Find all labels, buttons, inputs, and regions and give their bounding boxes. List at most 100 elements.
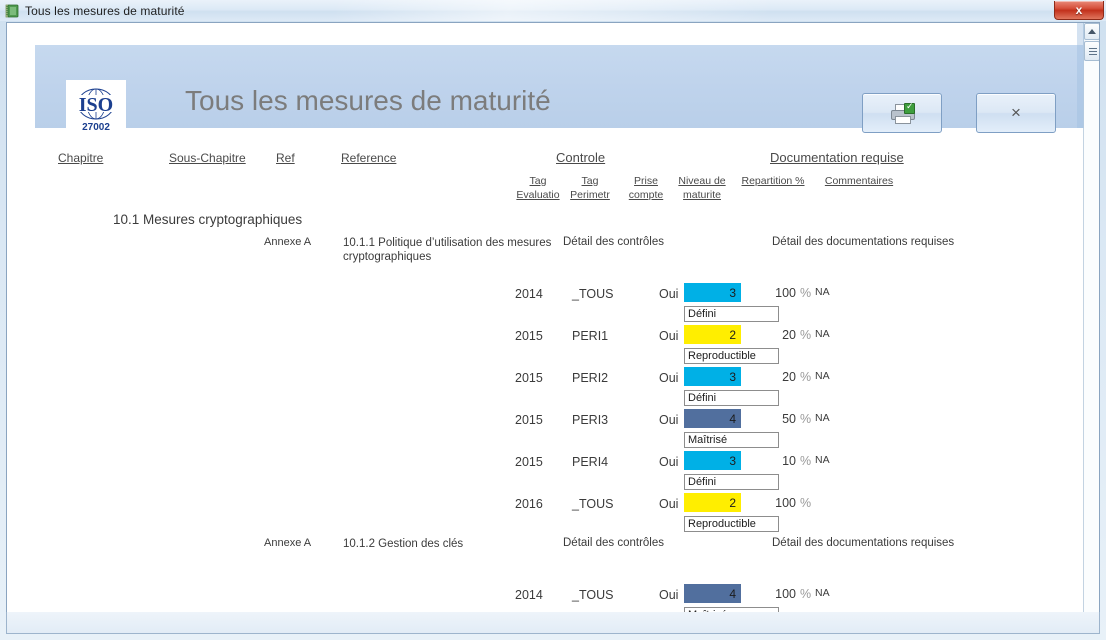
row-prise-compte: Oui [659, 371, 679, 385]
column-header-reference[interactable]: Reference [341, 151, 396, 165]
row-prise-compte: Oui [659, 329, 679, 343]
row-year: 2015 [515, 329, 543, 343]
row-repartition-symbol: % [800, 328, 812, 342]
subheader-repartition[interactable]: Repartition % [738, 175, 808, 187]
row-year: 2015 [515, 455, 543, 469]
maturity-level-label: Maîtrisé [684, 432, 779, 448]
maturity-level-label: Défini [684, 306, 779, 322]
subheader-tag-evaluatio-line1[interactable]: Tag [516, 175, 560, 187]
row-repartition-value: 20 [782, 328, 796, 342]
row-tag: _TOUS [572, 497, 614, 511]
row-prise-compte: Oui [659, 455, 679, 469]
subheader-tag-perimetr-line1[interactable]: Tag [568, 175, 612, 187]
row-repartition-symbol: % [800, 587, 812, 601]
section-annexe: Annexe A [264, 537, 312, 549]
report-client-area: ISO 27002 Tous les mesures de maturité ×… [6, 22, 1100, 630]
maturity-level-box: 3 [684, 451, 741, 470]
row-repartition-value: 50 [782, 412, 796, 426]
section-reference: 10.1.1 Politique d’utilisation des mesur… [343, 237, 552, 263]
row-commentaires: NA [815, 412, 830, 424]
row-repartition-symbol: % [800, 286, 812, 300]
page-title: Tous les mesures de maturité [185, 85, 551, 116]
subheader-tag-evaluatio-line2[interactable]: Evaluatio [510, 189, 566, 201]
chapter-title: 10.1 Mesures cryptographiques [113, 212, 303, 227]
row-prise-compte: Oui [659, 287, 679, 301]
column-header-controle[interactable]: Controle [556, 150, 605, 165]
window-close-button[interactable]: x [1054, 1, 1104, 20]
row-prise-compte: Oui [659, 497, 679, 511]
maturity-level-label: Défini [684, 390, 779, 406]
row-commentaires: NA [815, 587, 830, 599]
scrollbar-thumb[interactable] [1084, 41, 1099, 61]
section-detail-documentations: Détail des documentations requises [772, 537, 955, 549]
scroll-up-arrow-icon [1088, 29, 1096, 34]
printer-icon [891, 101, 915, 124]
section-annexe: Annexe A [264, 236, 312, 248]
maturity-level-box: 2 [684, 325, 741, 344]
maturity-level-label: Reproductible [684, 516, 779, 532]
maturity-level-box: 2 [684, 493, 741, 512]
row-commentaires: NA [815, 454, 830, 466]
column-header-chapitre[interactable]: Chapitre [58, 151, 103, 165]
maturity-level-box: 4 [684, 584, 741, 603]
row-repartition-value: 100 [775, 286, 796, 300]
maturity-level-box: 4 [684, 409, 741, 428]
iso-logo-number: 27002 [82, 121, 110, 133]
row-year: 2015 [515, 371, 543, 385]
section-reference: 10.1.2 Gestion des clés [343, 538, 464, 550]
row-tag: PERI3 [572, 413, 609, 427]
row-tag: _TOUS [572, 287, 614, 301]
window-title: Tous les mesures de maturité [25, 3, 185, 18]
close-report-button[interactable]: × [976, 93, 1056, 133]
column-header-sous-chapitre[interactable]: Sous-Chapitre [169, 151, 246, 165]
row-commentaires: NA [815, 370, 830, 382]
status-bar [6, 612, 1100, 634]
row-prise-compte: Oui [659, 413, 679, 427]
row-tag: PERI4 [572, 455, 609, 469]
row-repartition-symbol: % [800, 412, 812, 426]
row-repartition-value: 10 [782, 454, 796, 468]
report-canvas: ISO 27002 Tous les mesures de maturité ×… [7, 23, 1085, 629]
row-repartition-symbol: % [800, 496, 812, 510]
maturity-level-box: 3 [684, 283, 741, 302]
section-detail-documentations: Détail des documentations requises [772, 236, 955, 248]
scrollbar-track[interactable] [1084, 61, 1099, 612]
subheader-commentaires[interactable]: Commentaires [820, 175, 898, 187]
scrollbar-grip-icon [1089, 48, 1097, 55]
row-repartition-value: 20 [782, 370, 796, 384]
subheader-prise-compte-line2[interactable]: compte [624, 189, 668, 201]
subheader-niveau-maturite-line1[interactable]: Niveau de [671, 175, 733, 187]
subheader-prise-compte-line1[interactable]: Prise [625, 175, 667, 187]
subheader-tag-perimetr-line2[interactable]: Perimetr [564, 189, 616, 201]
vertical-scrollbar[interactable] [1077, 23, 1099, 629]
iso-globe-icon: ISO [73, 86, 119, 122]
row-commentaires: NA [815, 286, 830, 298]
row-commentaires: NA [815, 328, 830, 340]
maturity-level-box: 3 [684, 367, 741, 386]
iso-logo: ISO 27002 [66, 80, 126, 138]
row-year: 2014 [515, 588, 543, 602]
row-prise-compte: Oui [659, 588, 679, 602]
row-year: 2016 [515, 497, 543, 511]
row-repartition-value: 100 [775, 496, 796, 510]
row-year: 2015 [515, 413, 543, 427]
column-header-ref[interactable]: Ref [276, 151, 295, 165]
row-tag: _TOUS [572, 588, 614, 602]
section-detail-controles: Détail des contrôles [563, 236, 664, 248]
report-icon [5, 4, 19, 18]
row-repartition-symbol: % [800, 454, 812, 468]
maturity-level-label: Reproductible [684, 348, 779, 364]
maturity-level-label: Défini [684, 474, 779, 490]
close-icon: × [1011, 103, 1021, 122]
section-detail-controles: Détail des contrôles [563, 537, 664, 549]
row-year: 2014 [515, 287, 543, 301]
column-header-documentation-requise[interactable]: Documentation requise [770, 150, 904, 165]
scroll-up-button[interactable] [1084, 23, 1099, 40]
iso-logo-word: ISO [78, 93, 114, 116]
row-repartition-value: 100 [775, 587, 796, 601]
subheader-niveau-maturite-line2[interactable]: maturite [671, 189, 733, 201]
application-window: Tous les mesures de maturité x ISO 27002… [0, 0, 1106, 640]
print-button[interactable] [862, 93, 942, 133]
row-tag: PERI2 [572, 371, 609, 385]
window-titlebar[interactable]: Tous les mesures de maturité x [0, 0, 1106, 21]
